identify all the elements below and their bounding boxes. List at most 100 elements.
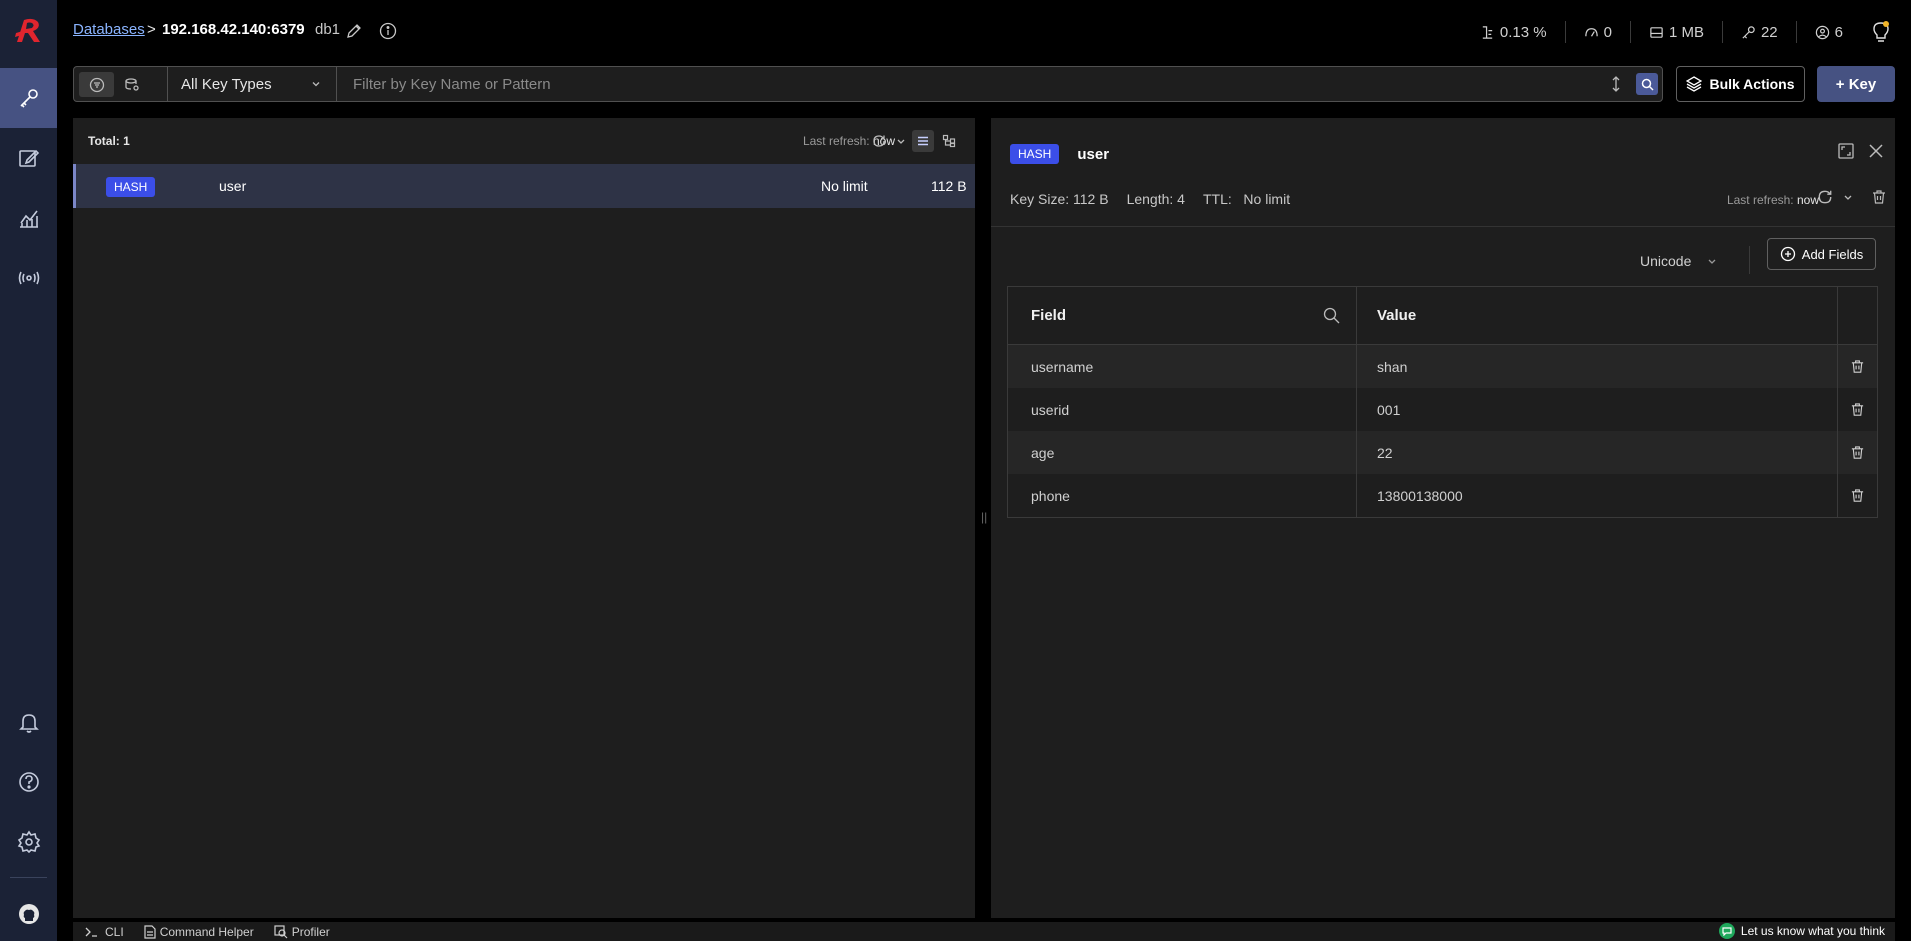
delete-field-trash-icon[interactable]	[1838, 345, 1877, 388]
key-length-info: Length: 4	[1126, 191, 1185, 207]
breadcrumb-host: 192.168.42.140:6379	[162, 21, 305, 38]
keys-stat: 22	[1723, 21, 1797, 43]
memory-drive-icon	[1650, 26, 1663, 38]
key-list-row[interactable]: HASH user No limit 112 B	[73, 164, 975, 208]
value-cell[interactable]: 001	[1357, 388, 1838, 431]
tree-view-icon[interactable]	[938, 130, 960, 152]
key-row-name: user	[219, 178, 247, 194]
add-key-button[interactable]: + Key	[1817, 66, 1895, 102]
bulk-actions-label: Bulk Actions	[1709, 76, 1795, 92]
memory-value: 1 MB	[1668, 23, 1704, 41]
key-type-value: All Key Types	[181, 75, 272, 93]
key-type-select[interactable]: All Key Types	[167, 67, 337, 101]
actions-column-header	[1838, 287, 1877, 344]
key-row-size: 112 B	[931, 178, 967, 194]
detail-key-name[interactable]: user	[1077, 146, 1109, 163]
filter-pattern-icon[interactable]	[79, 72, 114, 97]
user-circle-icon	[1815, 25, 1829, 39]
details-refresh-value: now	[1796, 193, 1819, 207]
format-value: Unicode	[1640, 253, 1692, 269]
cpu-icon	[1482, 25, 1493, 39]
search-index-icon[interactable]	[114, 72, 149, 97]
bulk-actions-button[interactable]: Bulk Actions	[1676, 66, 1805, 102]
key-list-header: Total: 1 Last refresh: now	[73, 118, 975, 164]
table-row[interactable]: phone 13800138000	[1008, 474, 1877, 517]
settings-gear-icon[interactable]	[0, 812, 57, 872]
key-ttl-info[interactable]: TTL: No limit	[1203, 191, 1290, 207]
feedback-chat-icon	[1718, 923, 1735, 939]
db-stats: 0.13 % 0 1 MB 22 6	[1462, 20, 1891, 44]
cli-label: CLI	[105, 924, 124, 939]
list-view-icon[interactable]	[912, 130, 934, 152]
details-toolbar	[1817, 189, 1887, 205]
format-select[interactable]: Unicode	[1640, 246, 1730, 276]
clients-value: 6	[1834, 23, 1843, 41]
value-cell[interactable]: 22	[1357, 431, 1838, 474]
ttl-value: No limit	[1243, 191, 1291, 207]
toolbar-separator	[1749, 246, 1750, 274]
insights-lightbulb-icon[interactable]	[1871, 20, 1891, 44]
key-details-header: HASH user	[1010, 144, 1109, 164]
ops-value: 0	[1603, 23, 1612, 41]
command-helper-button[interactable]: Command Helper	[144, 925, 254, 939]
key-filter-input[interactable]	[338, 67, 1608, 101]
keys-value: 22	[1760, 23, 1778, 41]
fullscreen-expand-icon[interactable]	[1837, 142, 1855, 160]
key-meta: Key Size: 112 B Length: 4 TTL: No limit	[1010, 191, 1290, 207]
panel-resize-handle[interactable]: ||	[981, 510, 987, 524]
table-row[interactable]: age 22	[1008, 431, 1877, 474]
github-icon[interactable]	[0, 884, 57, 941]
memory-stat: 1 MB	[1631, 21, 1723, 43]
workbench-nav-edit-icon[interactable]	[0, 128, 57, 188]
search-field-icon[interactable]	[1323, 307, 1340, 324]
feedback-link[interactable]: Let us know what you think	[1718, 923, 1885, 939]
key-type-badge: HASH	[106, 177, 156, 197]
detail-type-badge: HASH	[1010, 144, 1060, 164]
chevron-down-icon	[1708, 259, 1716, 264]
notifications-bell-icon[interactable]	[0, 692, 57, 752]
add-fields-label: Add Fields	[1801, 246, 1864, 262]
details-refresh-label: Last refresh:	[1726, 193, 1794, 207]
breadcrumb-databases-link[interactable]: Databases	[73, 21, 145, 38]
table-row[interactable]: username shan	[1008, 345, 1877, 388]
auto-refresh-chevron-down-icon[interactable]	[894, 130, 908, 152]
db-name: db1	[315, 21, 341, 38]
sidebar	[0, 0, 57, 941]
value-column-label: Value	[1377, 307, 1417, 324]
analysis-nav-chart-icon[interactable]	[0, 188, 57, 248]
total-keys: Total: 1	[88, 134, 130, 148]
browser-nav-key-icon[interactable]	[0, 68, 57, 128]
help-question-icon[interactable]	[0, 752, 57, 812]
add-fields-button[interactable]: Add Fields	[1767, 238, 1876, 270]
delete-field-trash-icon[interactable]	[1838, 388, 1877, 431]
field-cell: userid	[1008, 388, 1357, 431]
filter-bar: All Key Types	[73, 66, 1663, 102]
key-icon	[1742, 25, 1755, 39]
edit-db-pencil-icon[interactable]	[346, 23, 362, 39]
speedometer-icon	[1584, 27, 1598, 37]
key-size-info: Key Size: 112 B	[1010, 191, 1109, 207]
app: Databases > 192.168.42.140:6379 db1 0.13…	[0, 0, 1911, 941]
layers-icon	[1686, 76, 1703, 92]
refresh-list-icon[interactable]	[868, 130, 890, 152]
refresh-details-icon[interactable]	[1817, 189, 1833, 205]
details-divider	[991, 226, 1895, 227]
sort-arrows-icon[interactable]	[1608, 75, 1624, 93]
profiler-button[interactable]: Profiler	[274, 925, 330, 939]
pubsub-nav-broadcast-icon[interactable]	[0, 248, 57, 308]
delete-field-trash-icon[interactable]	[1838, 431, 1877, 474]
table-row[interactable]: userid 001	[1008, 388, 1877, 431]
delete-field-trash-icon[interactable]	[1838, 474, 1877, 517]
details-auto-refresh-chevron-down-icon[interactable]	[1843, 192, 1853, 202]
db-info-icon[interactable]	[379, 22, 397, 40]
value-cell[interactable]: 13800138000	[1357, 474, 1838, 517]
close-icon[interactable]	[1867, 142, 1885, 160]
cli-button[interactable]: CLI	[85, 925, 124, 939]
bottom-bar: CLI Command Helper Profiler Let us know …	[73, 922, 1895, 941]
delete-key-trash-icon[interactable]	[1871, 189, 1887, 205]
search-button[interactable]	[1636, 73, 1658, 95]
command-helper-label: Command Helper	[159, 924, 254, 939]
redis-logo-icon[interactable]	[11, 14, 45, 48]
value-cell[interactable]: shan	[1357, 345, 1838, 388]
details-last-refresh: Last refresh: now	[1727, 193, 1819, 207]
